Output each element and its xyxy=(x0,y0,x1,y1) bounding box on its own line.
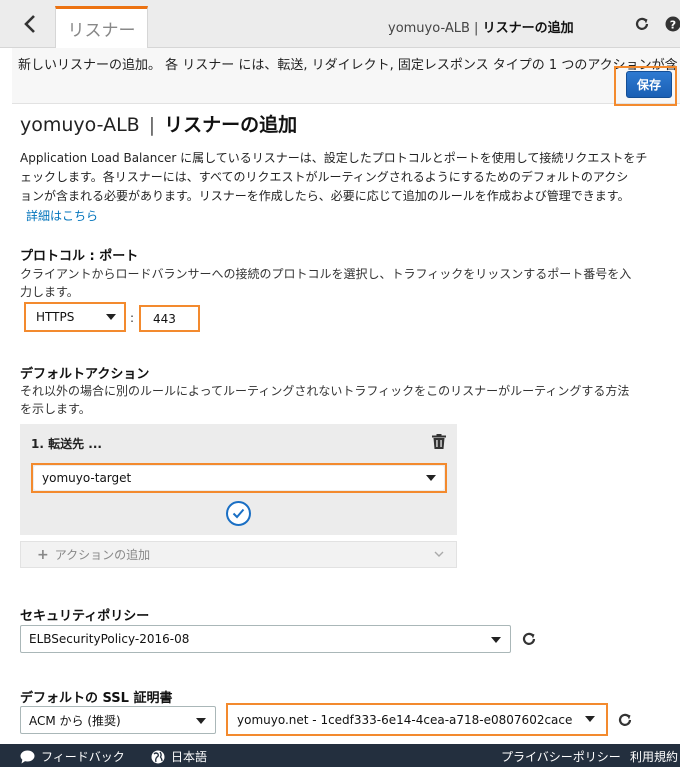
refresh-icon[interactable] xyxy=(521,631,537,647)
default-action-help: それ以外の場合に別のルールによってルーティングされないトラフィックをこのリスナー… xyxy=(20,382,675,418)
breadcrumb-lb[interactable]: yomuyo-ALB xyxy=(388,21,470,36)
default-action-help-line: それ以外の場合に別のルールによってルーティングされないトラフィックをこのリスナー… xyxy=(20,384,630,398)
speech-bubble-icon xyxy=(20,750,35,763)
save-button[interactable]: 保存 xyxy=(626,71,672,98)
description: Application Load Balancer に属しているリスナーは、設定… xyxy=(20,149,672,206)
svg-text:?: ? xyxy=(670,19,676,32)
protocol-help: クライアントからロードバランサーへの接続のプロトコルを選択し、トラフィックをリッ… xyxy=(20,265,675,301)
protocol-help-line: 力します。 xyxy=(20,285,79,299)
default-action-help-line: を示します。 xyxy=(20,402,91,416)
add-action-label: アクションの追加 xyxy=(54,548,151,562)
page-title-separator: | xyxy=(148,114,156,136)
tab-listener[interactable]: リスナー xyxy=(55,6,148,48)
chevron-down-icon xyxy=(196,718,206,724)
feedback-link[interactable]: フィードバック xyxy=(20,748,125,765)
security-policy-value: ELBSecurityPolicy-2016-08 xyxy=(29,632,190,646)
refresh-button[interactable] xyxy=(633,15,651,33)
certificate-select[interactable]: yomuyo.net - 1cedf333-6e14-4cea-a718-e08… xyxy=(229,706,605,733)
page-title-heading: リスナーの追加 xyxy=(164,114,298,136)
terms-link[interactable]: 利用規約 xyxy=(630,748,678,765)
certificate-source-value: ACM から (推奨) xyxy=(29,713,121,728)
privacy-link[interactable]: プライバシーポリシー xyxy=(501,748,621,765)
chevron-down-icon xyxy=(491,637,501,643)
page-title: yomuyo-ALB | リスナーの追加 xyxy=(20,110,297,137)
top-bar: リスナー yomuyo-ALB | リスナーの追加 ? xyxy=(0,0,680,48)
language-selector[interactable]: 日本語 xyxy=(151,748,207,765)
notice-text: 新しいリスナーの追加。 各 リスナー には、転送, リダイレクト, 固定レスポン… xyxy=(18,58,680,73)
trash-icon[interactable] xyxy=(432,434,446,449)
port-input[interactable]: 443 xyxy=(143,308,197,329)
language-label: 日本語 xyxy=(171,750,208,764)
ssl-heading: デフォルトの SSL 証明書 xyxy=(20,691,173,706)
action-title: 1. 転送先 ... xyxy=(31,437,102,451)
breadcrumb: yomuyo-ALB | リスナーの追加 xyxy=(388,17,574,36)
certificate-source-select[interactable]: ACM から (推奨) xyxy=(20,706,216,734)
learn-more-link[interactable]: 詳細はこちら xyxy=(26,207,98,224)
globe-icon xyxy=(151,750,165,763)
certificate-value: yomuyo.net - 1cedf333-6e14-4cea-a718-e08… xyxy=(237,712,573,727)
notice-bar: 新しいリスナーの追加。 各 リスナー には、転送, リダイレクト, 固定レスポン… xyxy=(12,48,680,104)
plus-icon: + xyxy=(37,546,49,563)
target-group-value: yomuyo-target xyxy=(42,471,132,485)
description-line: Application Load Balancer に属しているリスナーは、設定… xyxy=(20,151,648,165)
description-line: ェックします。各リスナーには、すべてのリクエストがルーティングされるようにするた… xyxy=(20,170,629,184)
protocol-help-line: クライアントからロードバランサーへの接続のプロトコルを選択し、トラフィックをリッ… xyxy=(20,267,632,281)
back-button[interactable] xyxy=(14,8,46,40)
chevron-left-icon xyxy=(24,15,35,33)
description-line: ョンが含まれる必要があります。リスナーを作成したら、必要に応じて追加のルールを作… xyxy=(20,189,630,203)
chevron-down-icon xyxy=(426,475,436,481)
help-button[interactable]: ? xyxy=(664,15,680,33)
add-action-button[interactable]: + アクションの追加 xyxy=(20,541,457,568)
breadcrumb-separator: | xyxy=(474,21,479,36)
page-title-lb: yomuyo-ALB xyxy=(20,114,140,136)
protocol-heading: プロトコル : ポート xyxy=(20,249,139,264)
confirm-action-button[interactable] xyxy=(226,501,251,526)
protocol-select-value: HTTPS xyxy=(36,310,75,324)
default-action-heading: デフォルトアクション xyxy=(20,367,150,382)
breadcrumb-current: リスナーの追加 xyxy=(482,21,574,36)
refresh-icon xyxy=(635,17,649,30)
check-icon xyxy=(232,508,245,519)
chevron-down-icon xyxy=(585,716,595,722)
chevron-down-icon xyxy=(106,314,116,320)
port-separator: : xyxy=(130,311,135,325)
security-policy-heading: セキュリティポリシー xyxy=(20,609,150,624)
chevron-down-icon xyxy=(434,548,444,561)
protocol-select[interactable]: HTTPS xyxy=(28,306,122,328)
feedback-label: フィードバック xyxy=(41,750,125,764)
refresh-icon[interactable] xyxy=(617,712,633,728)
help-icon: ? xyxy=(665,16,680,32)
target-group-select[interactable]: yomuyo-target xyxy=(34,466,444,490)
footer: フィードバック 日本語 プライバシーポリシー 利用規約 xyxy=(0,744,680,767)
security-policy-select[interactable]: ELBSecurityPolicy-2016-08 xyxy=(20,625,511,653)
